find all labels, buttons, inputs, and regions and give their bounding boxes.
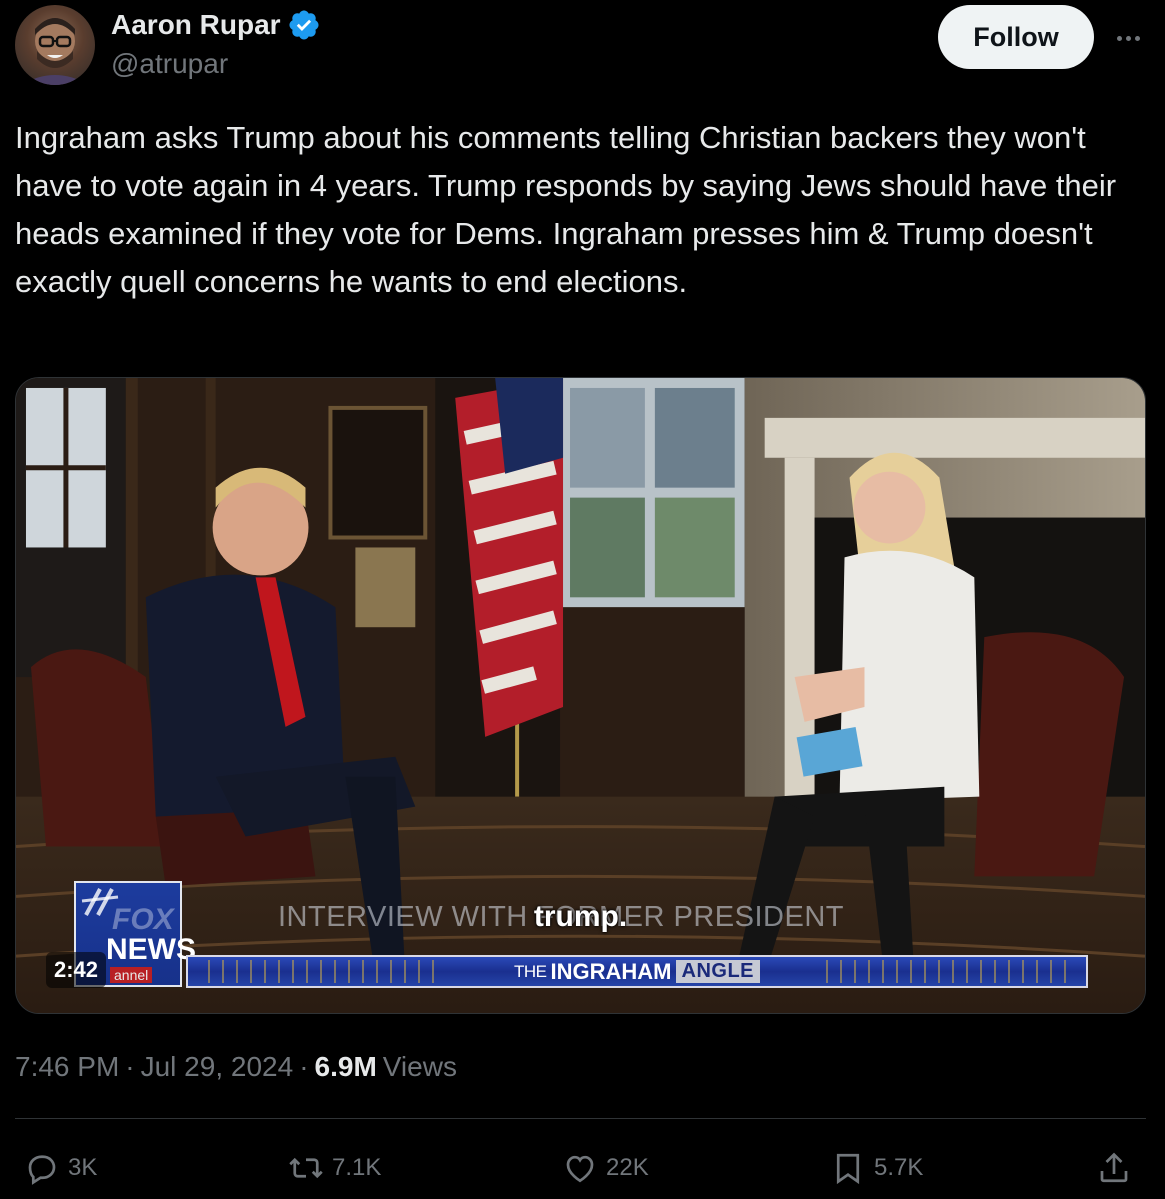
author-handle[interactable]: @atrupar: [111, 48, 228, 80]
tweet-date[interactable]: Jul 29, 2024: [141, 1051, 294, 1083]
logo-news-text: NEWS: [106, 933, 196, 966]
views-label: Views: [382, 1051, 457, 1082]
reply-icon: [28, 1155, 56, 1185]
video-player[interactable]: INTERVIEW WITH FORMER PRESIDENT trump. F…: [15, 377, 1146, 1014]
tweet-meta: 7:46 PM · Jul 29, 2024 · 6.9M Views: [15, 1051, 457, 1083]
like-count: 22K: [606, 1154, 649, 1181]
meta-separator: ·: [125, 1051, 135, 1082]
author-display-name[interactable]: Aaron Rupar: [111, 9, 281, 41]
logo-fox-text: FOX: [112, 903, 174, 936]
meta-separator: ·: [299, 1051, 309, 1082]
show-banner: THE INGRAHAM ANGLE: [186, 955, 1088, 988]
tweet-time[interactable]: 7:46 PM: [15, 1051, 119, 1083]
more-options-icon[interactable]: [1110, 20, 1146, 56]
reply-button[interactable]: 3K: [24, 1146, 97, 1190]
tweet-text: Ingraham asks Trump about his comments t…: [15, 120, 1117, 299]
show-title-angle: ANGLE: [675, 960, 760, 983]
verified-badge-icon: [289, 10, 319, 40]
tweet: Aaron Rupar @atrupar Follow Ingraham ask…: [0, 0, 1165, 1199]
views-count: 6.9M: [314, 1051, 377, 1082]
show-title-main: INGRAHAM: [550, 958, 672, 984]
bookmark-button[interactable]: 5.7K: [830, 1146, 923, 1190]
follow-button[interactable]: Follow: [938, 5, 1094, 69]
like-icon: [566, 1155, 594, 1183]
repost-icon: [289, 1157, 323, 1179]
video-subtitle: trump.: [533, 900, 628, 933]
divider: [15, 1118, 1146, 1119]
repost-count: 7.1K: [332, 1154, 382, 1181]
like-button[interactable]: 22K: [562, 1146, 649, 1190]
show-title-the: THE: [514, 961, 547, 981]
author-name-row: Aaron Rupar: [111, 8, 321, 42]
share-button[interactable]: [1096, 1146, 1132, 1190]
repost-button[interactable]: 7.1K: [288, 1146, 381, 1190]
video-duration: 2:42: [46, 952, 107, 988]
logo-channel-text: annel: [110, 967, 153, 983]
share-icon: [1100, 1152, 1128, 1183]
bookmark-count: 5.7K: [874, 1154, 924, 1181]
reply-count: 3K: [68, 1154, 98, 1181]
avatar[interactable]: [15, 5, 95, 85]
show-title: THE INGRAHAM ANGLE: [514, 959, 760, 985]
bookmark-icon: [836, 1153, 860, 1185]
